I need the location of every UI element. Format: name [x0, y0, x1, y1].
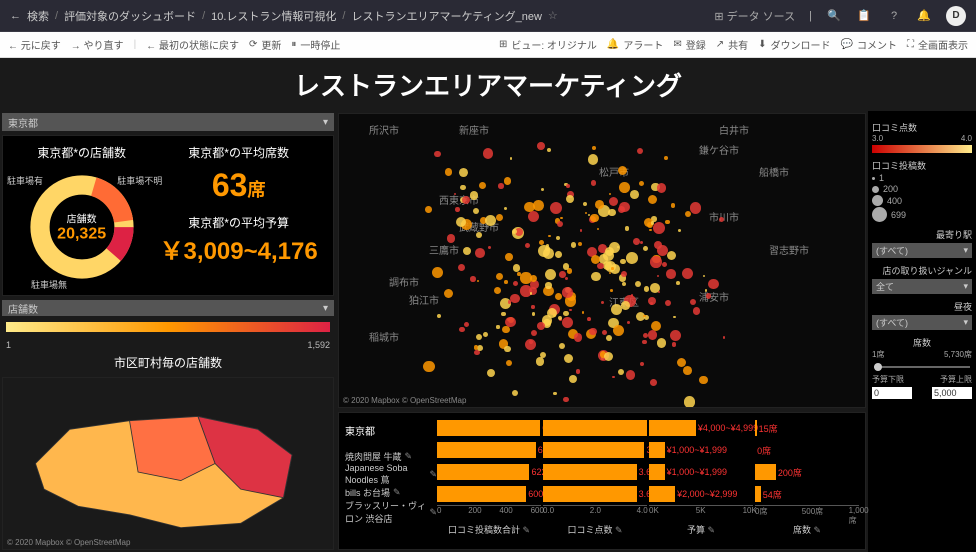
store-count-label: 東京都*の店舗数 [11, 144, 152, 161]
share-button[interactable]: ↗ 共有 [716, 37, 748, 52]
search-icon[interactable]: ← [10, 10, 21, 22]
edit-icon: ✎ [813, 525, 821, 535]
edit-icon: ✎ [405, 451, 413, 462]
seats-slider[interactable] [874, 366, 970, 368]
budget-min-input[interactable]: 0 [872, 387, 912, 399]
histogram-metric-select[interactable]: 店舗数▾ [2, 300, 334, 316]
restaurant-bars-panel: 東京都 焼肉問屋 牛蔵✎Japanese Soba Noodles 蔦✎bill… [338, 412, 866, 550]
daynight-select[interactable]: (すべて)▾ [872, 315, 972, 330]
histogram[interactable] [6, 322, 330, 336]
genre-select[interactable]: 全て▾ [872, 279, 972, 294]
budget-max-input[interactable]: 5,000 [932, 387, 972, 399]
restaurant-heatmap[interactable]: © 2020 Mapbox © OpenStreetMap 所沢市新座市白井市鎌… [338, 113, 866, 408]
search-icon[interactable]: 🔍 [826, 8, 842, 24]
crumb-l2[interactable]: 10.レストラン情報可視化 [211, 8, 336, 24]
reset-button[interactable]: ← 最初の状態に戻す [146, 37, 239, 52]
filter-panel: 口コミ点数 3.04.0 口コミ投稿数 1200400699 最寄り駅 (すべて… [868, 111, 976, 552]
comment-button[interactable]: 💬 コメント [841, 37, 897, 52]
avg-budget-label: 東京都*の平均予算 [152, 214, 325, 231]
notification-icon[interactable]: 🔔 [916, 8, 932, 24]
map-attribution: © 2020 Mapbox © OpenStreetMap [343, 396, 466, 405]
kpi-panel: 東京都*の店舗数 店舗数20,325 駐車場有 駐車場不明 駐車場無 東京都*の… [2, 135, 334, 296]
chevron-down-icon: ▾ [323, 117, 328, 128]
fullscreen-button[interactable]: ⛶ 全画面表示 [907, 37, 968, 52]
page-title: レストランエリアマーケティング [0, 66, 976, 103]
municipality-map[interactable]: © 2020 Mapbox © OpenStreetMap [2, 377, 334, 550]
avg-budget-value: ￥3,009~4,176 [152, 231, 325, 266]
view-button[interactable]: ⊞ ビュー: オリジナル [499, 37, 597, 52]
map-attribution: © 2020 Mapbox © OpenStreetMap [7, 538, 130, 547]
table-row[interactable]: 焼肉問屋 牛蔵✎ [345, 450, 437, 463]
edit-icon: ✎ [615, 525, 623, 535]
avatar[interactable]: D [946, 6, 966, 26]
pause-button[interactable]: ⏸ 一時停止 [291, 37, 340, 52]
edit-icon: ✎ [429, 469, 437, 480]
table-row[interactable]: Japanese Soba Noodles 蔦✎ [345, 463, 437, 486]
clipboard-icon[interactable]: 📋 [856, 8, 872, 24]
download-button[interactable]: ⬇ ダウンロード [758, 37, 830, 52]
prefecture-select[interactable]: 東京都▾ [2, 113, 334, 131]
help-icon[interactable]: ? [886, 8, 902, 24]
datasource-link[interactable]: ⊞ データ ソース [714, 8, 795, 24]
municipality-title: 市区町村毎の店舗数 [0, 350, 336, 375]
avg-seats-label: 東京都*の平均席数 [152, 144, 325, 161]
station-select[interactable]: (すべて)▾ [872, 243, 972, 258]
chevron-down-icon: ▾ [323, 303, 328, 314]
edit-icon: ✎ [429, 507, 437, 518]
refresh-button[interactable]: ⟳ 更新 [249, 37, 281, 52]
redo-button[interactable]: → やり直す [71, 37, 124, 52]
score-legend [872, 145, 972, 153]
avg-seats-value: 63席 [152, 167, 325, 204]
breadcrumb: ← 検索/ 評価対象のダッシュボード/ 10.レストラン情報可視化/ レストラン… [10, 8, 714, 24]
crumb-root[interactable]: 検索 [27, 8, 49, 24]
undo-button[interactable]: ← 元に戻す [8, 37, 61, 52]
edit-icon: ✎ [707, 525, 715, 535]
crumb-l1[interactable]: 評価対象のダッシュボード [64, 8, 196, 24]
favorite-icon[interactable]: ☆ [548, 9, 558, 22]
edit-icon: ✎ [522, 525, 530, 535]
table-row[interactable]: ブラッスリー・ヴィロン 渋谷店✎ [345, 499, 437, 525]
edit-icon: ✎ [393, 487, 401, 498]
alert-button[interactable]: 🔔 アラート [607, 37, 663, 52]
table-row[interactable]: bills お台場✎ [345, 486, 437, 499]
posts-size-legend: 1200400699 [872, 173, 972, 222]
subscribe-button[interactable]: ✉ 登録 [673, 37, 705, 52]
crumb-current: レストランエリアマーケティング_new [351, 8, 541, 24]
